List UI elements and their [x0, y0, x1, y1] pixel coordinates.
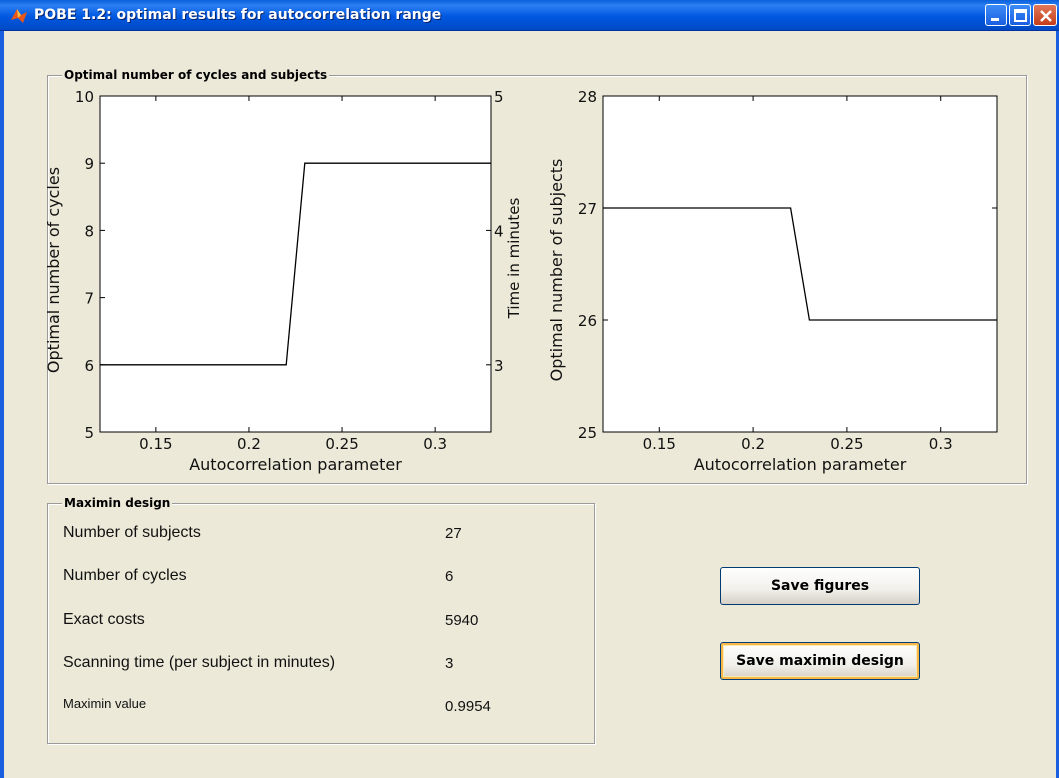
save-figures-button[interactable]: Save figures	[720, 567, 920, 605]
design-label-scanning-time: Scanning time (per subject in minutes)	[63, 654, 336, 671]
design-label-costs: Exact costs	[63, 611, 145, 628]
design-label-cycles: Number of cycles	[63, 567, 187, 584]
minimize-icon	[991, 18, 999, 21]
design-label-subjects: Number of subjects	[63, 524, 201, 541]
maximin-design-title: Maximin design	[62, 496, 173, 510]
design-value-scanning-time: 3	[445, 655, 454, 672]
plots-group-title: Optimal number of cycles and subjects	[62, 68, 330, 82]
matlab-icon	[11, 9, 27, 23]
title-bar[interactable]: POBE 1.2: optimal results for autocorrel…	[0, 0, 1059, 31]
design-label-maximin-value: Maximin value	[63, 696, 147, 711]
minimize-button[interactable]	[985, 4, 1007, 26]
close-button[interactable]	[1033, 4, 1057, 26]
design-value-costs: 5940	[445, 612, 479, 629]
plots-groupbox: Optimal number of cycles and subjects	[47, 68, 1027, 484]
maximize-button[interactable]	[1009, 4, 1031, 26]
window-title: POBE 1.2: optimal results for autocorrel…	[34, 7, 442, 23]
design-value-cycles: 6	[445, 568, 454, 585]
maximize-icon	[1014, 9, 1027, 22]
design-value-subjects: 27	[445, 525, 462, 542]
window-frame-left	[0, 31, 4, 778]
close-icon	[1040, 10, 1052, 22]
design-value-maximin-value: 0.9954	[445, 698, 491, 715]
save-maximin-design-button[interactable]: Save maximin design	[720, 642, 920, 680]
